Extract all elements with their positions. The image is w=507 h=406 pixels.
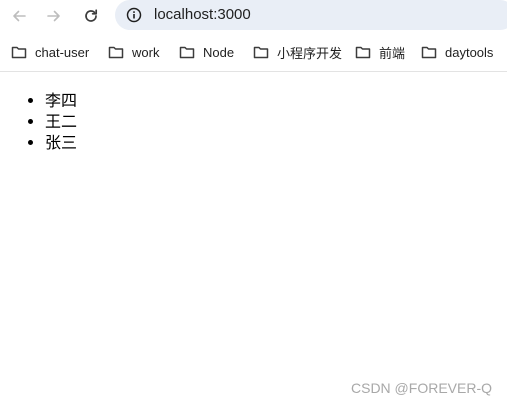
- url-text[interactable]: localhost:3000: [154, 5, 251, 25]
- list-item: 张三: [45, 132, 77, 153]
- arrow-right-icon: [47, 10, 60, 22]
- bookmark-daytools[interactable]: daytools: [421, 40, 493, 64]
- list-item: 李四: [45, 90, 77, 111]
- bookmark-mini-program[interactable]: 小程序开发: [253, 40, 342, 64]
- bookmark-label: 小程序开发: [277, 45, 343, 61]
- arrow-left-icon: [13, 10, 26, 22]
- address-bar[interactable]: localhost:3000: [115, 0, 507, 30]
- bookmarks-bar: chat-user work Node 小程序开发 前端 daytools: [0, 40, 507, 64]
- bookmark-node[interactable]: Node: [179, 40, 234, 64]
- back-button[interactable]: [7, 4, 31, 28]
- bookmark-work[interactable]: work: [108, 40, 159, 64]
- folder-icon: [11, 46, 27, 59]
- folder-icon: [421, 46, 437, 59]
- watermark: CSDN @FOREVER-Q: [351, 380, 492, 396]
- reload-icon: [85, 9, 98, 22]
- bookmark-chat-user[interactable]: chat-user: [11, 40, 89, 64]
- folder-icon: [179, 46, 195, 59]
- page-content: 李四 王二 张三 CSDN @FOREVER-Q: [0, 72, 507, 406]
- bookmark-label: Node: [203, 44, 235, 60]
- forward-button[interactable]: [42, 4, 66, 28]
- folder-icon: [355, 46, 371, 59]
- list-item: 王二: [45, 111, 77, 132]
- bookmark-label: chat-user: [35, 44, 90, 60]
- reload-button[interactable]: [79, 4, 103, 28]
- browser-toolbar: localhost:3000 chat-user work Node 小程序开发…: [0, 0, 507, 72]
- bookmark-label: 前端: [379, 45, 406, 61]
- bookmark-label: daytools: [445, 44, 494, 60]
- info-icon[interactable]: [126, 7, 142, 23]
- name-list: 李四 王二 张三: [0, 90, 77, 153]
- folder-icon: [253, 46, 269, 59]
- bookmark-label: work: [132, 44, 160, 60]
- folder-icon: [108, 46, 124, 59]
- bookmark-frontend[interactable]: 前端: [355, 40, 405, 64]
